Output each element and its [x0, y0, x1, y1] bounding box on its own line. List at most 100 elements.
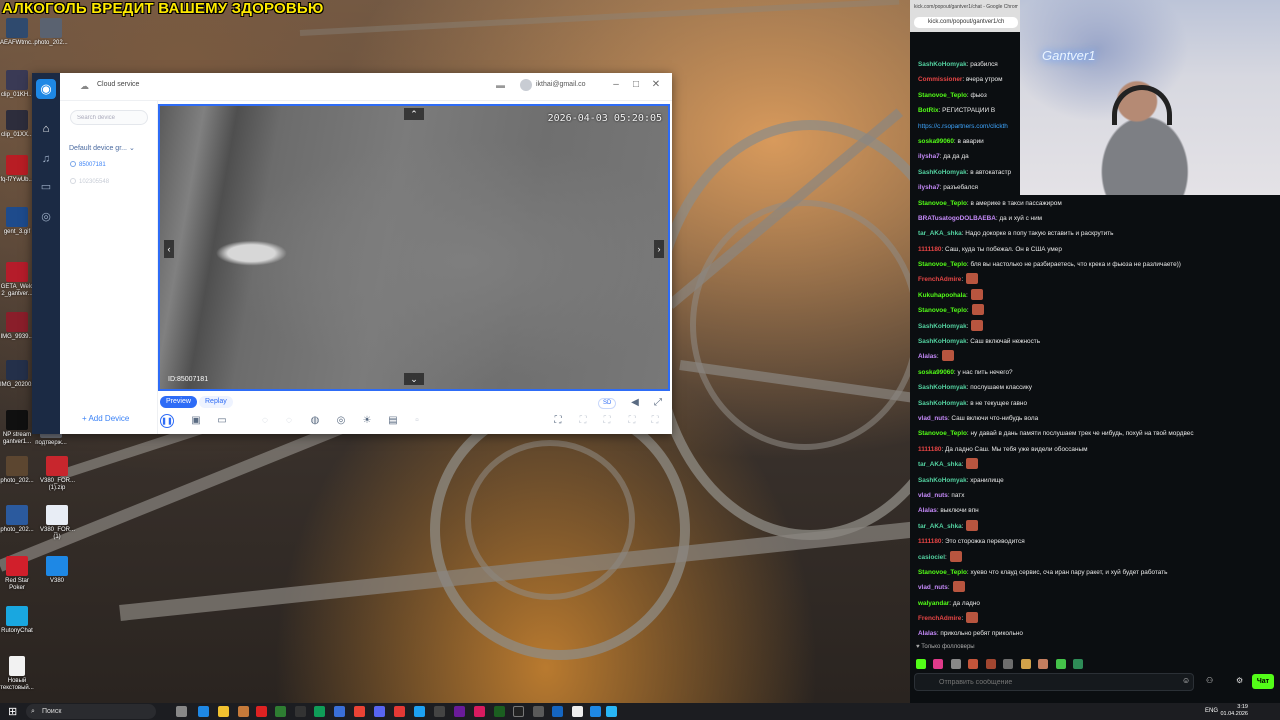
app-icon[interactable] [590, 706, 601, 717]
chat-username[interactable]: vlad_nuts [918, 584, 948, 591]
chat-username[interactable]: soska99060 [918, 138, 954, 145]
desktop-icon[interactable]: NP stream gantver1... [0, 410, 34, 446]
add-device-button[interactable]: + Add Device [82, 414, 129, 423]
chat-username[interactable]: SashKoHomyak [918, 400, 967, 407]
bell-icon[interactable]: ♫ [38, 151, 54, 167]
maximize-icon[interactable]: □ [628, 77, 644, 93]
snapshot-icon[interactable]: ▣ [189, 414, 203, 428]
chat-username[interactable]: SashKoHomyak [918, 169, 967, 176]
app-icon[interactable] [256, 706, 267, 717]
emote-icon[interactable] [916, 659, 926, 669]
telegram-icon[interactable] [414, 706, 425, 717]
split-9-icon[interactable]: ⛶ [600, 414, 614, 428]
address-bar[interactable]: kick.com/popout/gantver1/ch [914, 17, 1018, 28]
desktop-icon[interactable]: gent_3.gif [0, 207, 34, 236]
chat-username[interactable]: FrenchAdmire [918, 615, 961, 622]
send-chat-button[interactable]: Чат [1252, 674, 1274, 689]
chevron-down-icon[interactable]: ⌄ [404, 373, 424, 385]
minimize-icon[interactable]: – [608, 77, 624, 93]
chevron-right-icon[interactable]: › [654, 240, 664, 258]
emoji-icon[interactable]: ☺ [1182, 676, 1190, 685]
chat-username[interactable]: SashKoHomyak [918, 477, 967, 484]
chevron-left-icon[interactable]: ‹ [164, 240, 174, 258]
desktop-icon[interactable]: GETA_Welc 2_gantver... [0, 262, 34, 298]
desktop-icon[interactable]: clip_01KH... [0, 70, 34, 99]
chat-username[interactable]: Stanovoe_Teplo [918, 430, 967, 437]
desktop-icon[interactable]: Red Star Poker [0, 556, 34, 592]
emote-icon[interactable] [1020, 659, 1031, 669]
chat-username[interactable]: 1111180 [918, 538, 941, 545]
chat-username[interactable]: SashKoHomyak [918, 61, 967, 68]
chat-username[interactable]: 1111180 [918, 246, 941, 253]
desktop-icon[interactable]: clip_01XX... [0, 110, 34, 139]
chat-username[interactable]: Alalas [918, 630, 937, 637]
desktop-icon[interactable]: V380_FOR... (1) [40, 505, 75, 541]
tab-preview[interactable]: Preview [160, 396, 197, 408]
desktop-icon[interactable]: photo_202... [0, 505, 34, 534]
yandex-icon[interactable] [394, 706, 405, 717]
split-1-icon[interactable]: ⛶ [551, 414, 565, 428]
file-explorer-icon[interactable] [218, 706, 229, 717]
browser-tab-title[interactable]: kick.com/popout/gantver1/chat - Google C… [914, 4, 1018, 10]
expand-icon[interactable]: ⛶ [648, 414, 662, 428]
light-icon[interactable]: ☀ [360, 414, 374, 428]
chat-username[interactable]: soska99060 [918, 369, 954, 376]
avatar[interactable] [520, 79, 532, 91]
app-icon[interactable] [552, 706, 563, 717]
chat-username[interactable]: Alalas [918, 353, 937, 360]
camera-preview[interactable]: ⌃ ⌄ ‹ › 2026-04-03 05:20:05 ID:85007181 [158, 104, 670, 391]
tab-replay[interactable]: Replay [199, 396, 233, 408]
account-email[interactable]: ikthai@gmail.co [536, 81, 586, 88]
app-icon[interactable] [295, 706, 306, 717]
fullscreen-icon[interactable]: ⤢ [651, 396, 665, 410]
device-group[interactable]: Default device gr... ⌄ [69, 144, 135, 152]
edge-icon[interactable] [198, 706, 209, 717]
gallery-icon[interactable]: ▤ [386, 414, 400, 428]
talk-icon[interactable]: ◌ [258, 414, 272, 428]
chat-username[interactable]: ilysha7 [918, 153, 940, 160]
emote-icon[interactable] [1003, 659, 1014, 669]
chat-username[interactable]: BotRix [918, 107, 939, 114]
chat-username[interactable]: Stanovoe_Teplo [918, 261, 967, 268]
steam-icon[interactable] [533, 706, 544, 717]
chat-username[interactable]: Stanovoe_Teplo [918, 200, 967, 207]
target-icon[interactable]: ◎ [334, 414, 348, 428]
desktop-icon[interactable]: IMG_9939... [0, 312, 34, 341]
camera-app-icon[interactable] [606, 706, 617, 717]
home-icon[interactable]: ⌂ [38, 121, 54, 137]
record-icon[interactable]: ▭ [215, 414, 229, 428]
chat-username[interactable]: 1111180 [918, 446, 941, 453]
chat-username[interactable]: Stanovoe_Teplo [918, 569, 967, 576]
device-item[interactable]: 85007181 [70, 161, 106, 169]
chevron-up-icon[interactable]: ⌃ [404, 108, 424, 120]
split-16-icon[interactable]: ⛶ [625, 414, 639, 428]
desktop-icon[interactable]: fq-f7YwUb... [0, 155, 34, 184]
emote-icon[interactable] [1073, 659, 1084, 669]
app-icon[interactable] [275, 706, 286, 717]
chat-username[interactable]: casiociel [918, 554, 945, 561]
settings-icon[interactable]: ◎ [38, 209, 54, 225]
users-icon[interactable]: ⚇ [1206, 676, 1213, 685]
folder-icon[interactable]: ▬ [496, 80, 505, 90]
desktop-icon[interactable]: V380_FOR... (1).zip [40, 456, 75, 492]
app-icon[interactable] [314, 706, 325, 717]
folder-icon[interactable]: ▭ [38, 179, 54, 195]
desktop-icon[interactable]: AEAFWtmc... [0, 18, 36, 47]
quality-badge[interactable]: SD [598, 398, 617, 409]
close-icon[interactable]: ✕ [648, 77, 664, 93]
language-indicator[interactable]: ENG [1205, 708, 1218, 714]
chat-username[interactable]: Commissioner [918, 76, 962, 83]
taskbar-clock[interactable]: 3:19 01.04.2026 [1220, 704, 1248, 718]
gear-icon[interactable]: ⚙ [1236, 676, 1243, 685]
chat-username[interactable]: ilysha7 [918, 184, 940, 191]
desktop-icon[interactable]: Новый текстовый... [0, 656, 34, 692]
emote-icon[interactable] [1055, 659, 1066, 669]
chat-username[interactable]: walyandar [918, 600, 949, 607]
chat-username[interactable]: Kukuhapoohala [918, 292, 966, 299]
emote-icon[interactable] [950, 659, 961, 669]
desktop-icon[interactable]: photo_202... [0, 456, 34, 485]
desktop-icon[interactable]: photo_202... [34, 18, 68, 47]
emote-icon[interactable] [933, 659, 944, 669]
discord-icon[interactable] [374, 706, 385, 717]
desktop-icon[interactable]: IMG_20200... [0, 360, 36, 389]
